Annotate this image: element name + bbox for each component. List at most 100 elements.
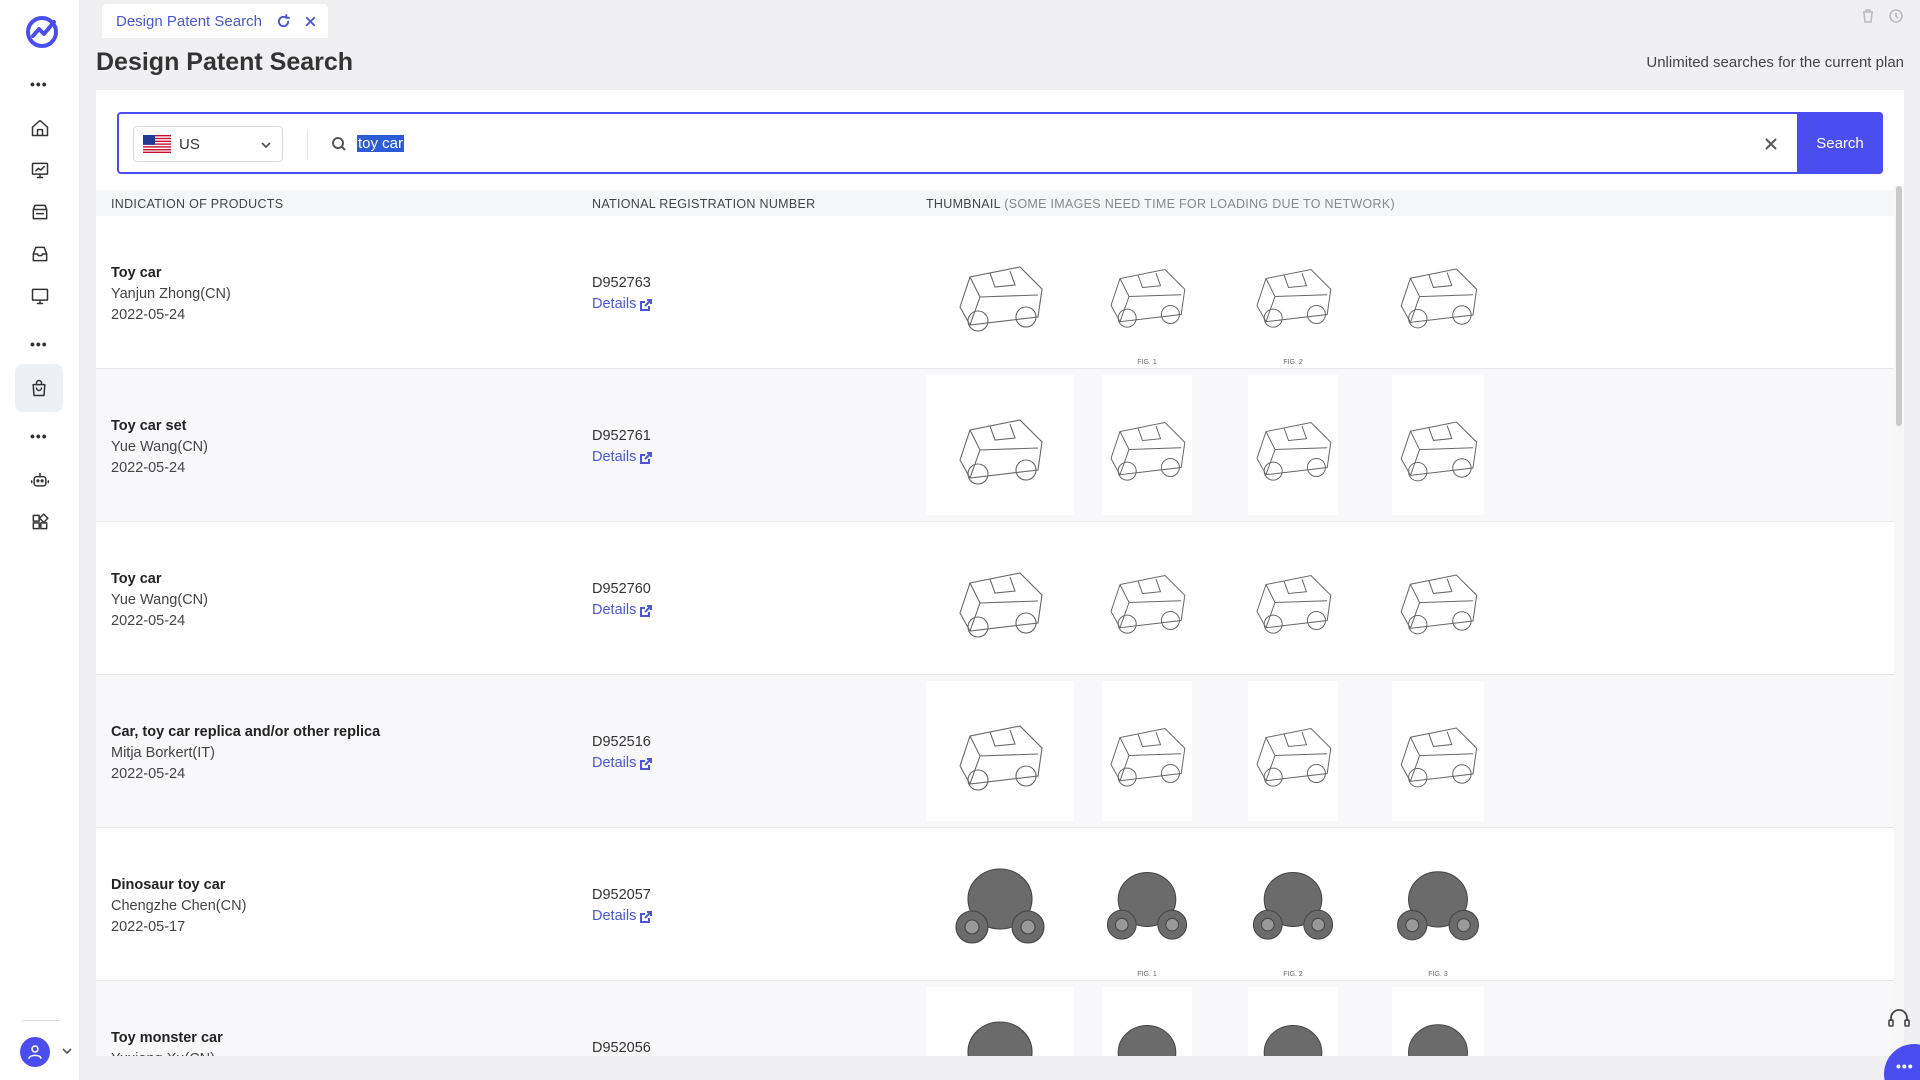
plan-note: Unlimited searches for the current plan <box>1646 54 1904 71</box>
tab-label: Design Patent Search <box>116 12 262 30</box>
chevron-down-icon[interactable] <box>60 1044 74 1058</box>
thumbnail-image[interactable] <box>1392 681 1484 821</box>
product-owner: Yue Wang(CN) <box>111 439 208 455</box>
thumbnail-image[interactable] <box>1392 222 1484 362</box>
thumbnail-image[interactable] <box>1102 375 1192 515</box>
app-logo-icon[interactable] <box>24 14 60 50</box>
desktop-icon[interactable] <box>26 282 54 310</box>
thumbnail-image[interactable] <box>1392 528 1484 668</box>
search-button[interactable]: Search <box>1797 112 1883 174</box>
table-header: INDICATION OF PRODUCTS NATIONAL REGISTRA… <box>96 190 1896 216</box>
external-link-icon <box>640 451 653 464</box>
close-tab-icon[interactable] <box>303 14 318 29</box>
thumbnail-image[interactable] <box>926 987 1074 1056</box>
thumbnail-image[interactable] <box>1392 987 1484 1056</box>
vertical-scrollbar[interactable] <box>1894 186 1904 1056</box>
figure-label: FIG. 1 <box>1137 971 1157 978</box>
product-name: Toy car set <box>111 418 187 434</box>
thumbnail-image[interactable] <box>1102 681 1192 821</box>
more-icon[interactable]: ••• <box>30 428 48 444</box>
country-value: US <box>179 135 200 153</box>
thumbnail-image[interactable] <box>1248 987 1338 1056</box>
details-label: Details <box>592 908 637 924</box>
product-date: 2022-05-17 <box>111 919 186 935</box>
shopping-bag-icon[interactable] <box>15 364 63 412</box>
product-owner: Yue Wang(CN) <box>111 592 208 608</box>
search-bar: US toy car Search <box>117 112 1883 174</box>
store-icon[interactable] <box>26 198 54 226</box>
details-link[interactable]: Details <box>592 447 653 468</box>
product-date: 2022-05-24 <box>111 613 186 629</box>
monitor-chart-icon[interactable] <box>26 156 54 184</box>
thumbnail-image[interactable]: FIG. 2 <box>1248 834 1338 978</box>
product-name: Toy car <box>111 571 162 587</box>
product-name: Car, toy car replica and/or other replic… <box>111 724 381 740</box>
thumbnail-image[interactable] <box>926 528 1074 668</box>
product-name: Toy monster car <box>111 1030 223 1046</box>
apps-icon[interactable] <box>26 508 54 536</box>
tab-bar: Design Patent Search <box>80 0 1920 38</box>
table-row: Car, toy car replica and/or other replic… <box>96 675 1896 828</box>
table-body: Toy car Yanjun Zhong(CN) 2022-05-24 D952… <box>96 216 1896 1056</box>
details-link[interactable]: Details <box>592 600 653 621</box>
details-label: Details <box>592 449 637 465</box>
product-cell: Toy car Yue Wang(CN) 2022-05-24 <box>111 569 208 632</box>
search-divider <box>307 130 308 160</box>
product-owner: Mitja Borkert(IT) <box>111 745 215 761</box>
thumbnail-image[interactable] <box>926 375 1074 515</box>
us-flag-icon <box>143 135 171 153</box>
table-row: Toy car Yue Wang(CN) 2022-05-24 D952760 … <box>96 522 1896 675</box>
country-select[interactable]: US <box>133 126 283 162</box>
inbox-icon[interactable] <box>26 240 54 268</box>
thumbnail-image[interactable] <box>926 834 1074 974</box>
thumbnail-image[interactable] <box>926 681 1074 821</box>
home-icon[interactable] <box>26 114 54 142</box>
clock-icon[interactable] <box>1888 8 1904 24</box>
user-avatar-icon[interactable] <box>20 1037 50 1067</box>
thumbnail-image[interactable] <box>1248 375 1338 515</box>
external-link-icon <box>640 298 653 311</box>
product-cell: Toy monster car Yuxiong Xu(CN) <box>111 1028 223 1056</box>
details-link[interactable]: Details <box>592 906 653 927</box>
left-nav-rail: ••• ••• ••• <box>0 0 80 1080</box>
thumbnail-image[interactable]: FIG. 1 <box>1102 834 1192 978</box>
search-input[interactable]: toy car <box>357 135 405 152</box>
thumbnail-image[interactable] <box>1248 681 1338 821</box>
trash-icon[interactable] <box>1860 8 1876 24</box>
product-date: 2022-05-24 <box>111 460 186 476</box>
table-row: Toy car set Yue Wang(CN) 2022-05-24 D952… <box>96 369 1896 522</box>
more-icon[interactable]: ••• <box>30 336 48 352</box>
details-link[interactable]: Details <box>592 753 653 774</box>
robot-icon[interactable] <box>26 466 54 494</box>
product-name: Dinosaur toy car <box>111 877 226 893</box>
reg-number-cell: D952516 Details <box>592 732 653 774</box>
refresh-icon[interactable] <box>276 13 291 29</box>
reg-number: D952516 <box>592 734 651 750</box>
thumbnail-image[interactable]: FIG. 3 <box>1392 834 1484 978</box>
product-cell: Toy car set Yue Wang(CN) 2022-05-24 <box>111 416 208 479</box>
thumbnail-image[interactable] <box>1392 375 1484 515</box>
external-link-icon <box>640 910 653 923</box>
figure-label: FIG. 3 <box>1428 971 1448 978</box>
thumbnail-image[interactable] <box>926 222 1074 362</box>
chevron-down-icon <box>261 142 271 149</box>
clear-icon[interactable] <box>1763 136 1779 152</box>
figure-label: FIG. 2 <box>1283 359 1303 366</box>
page-title: Design Patent Search <box>96 48 354 76</box>
details-label: Details <box>592 296 637 312</box>
thumbnail-image[interactable]: FIG. 2 <box>1248 222 1338 366</box>
column-header-thumbnail: THUMBNAIL (SOME IMAGES NEED TIME FOR LOA… <box>926 197 1395 211</box>
reg-number-cell: D952057 Details <box>592 885 653 927</box>
headset-support-icon[interactable] <box>1886 1006 1912 1032</box>
thumbnail-image[interactable] <box>1102 987 1192 1056</box>
thumbnail-image[interactable]: FIG. 1 <box>1102 222 1192 366</box>
results-card: US toy car Search INDICATION OF PRODUCTS… <box>96 90 1904 1056</box>
details-link[interactable]: Details <box>592 294 653 315</box>
details-label: Details <box>592 755 637 771</box>
more-icon[interactable]: ••• <box>30 76 48 92</box>
thumbnail-image[interactable] <box>1102 528 1192 668</box>
reg-number-cell: D952056 Details <box>592 1038 652 1056</box>
thumbnail-image[interactable] <box>1248 528 1338 668</box>
tab-design-patent-search[interactable]: Design Patent Search <box>102 4 328 38</box>
column-header-products: INDICATION OF PRODUCTS <box>111 197 284 211</box>
